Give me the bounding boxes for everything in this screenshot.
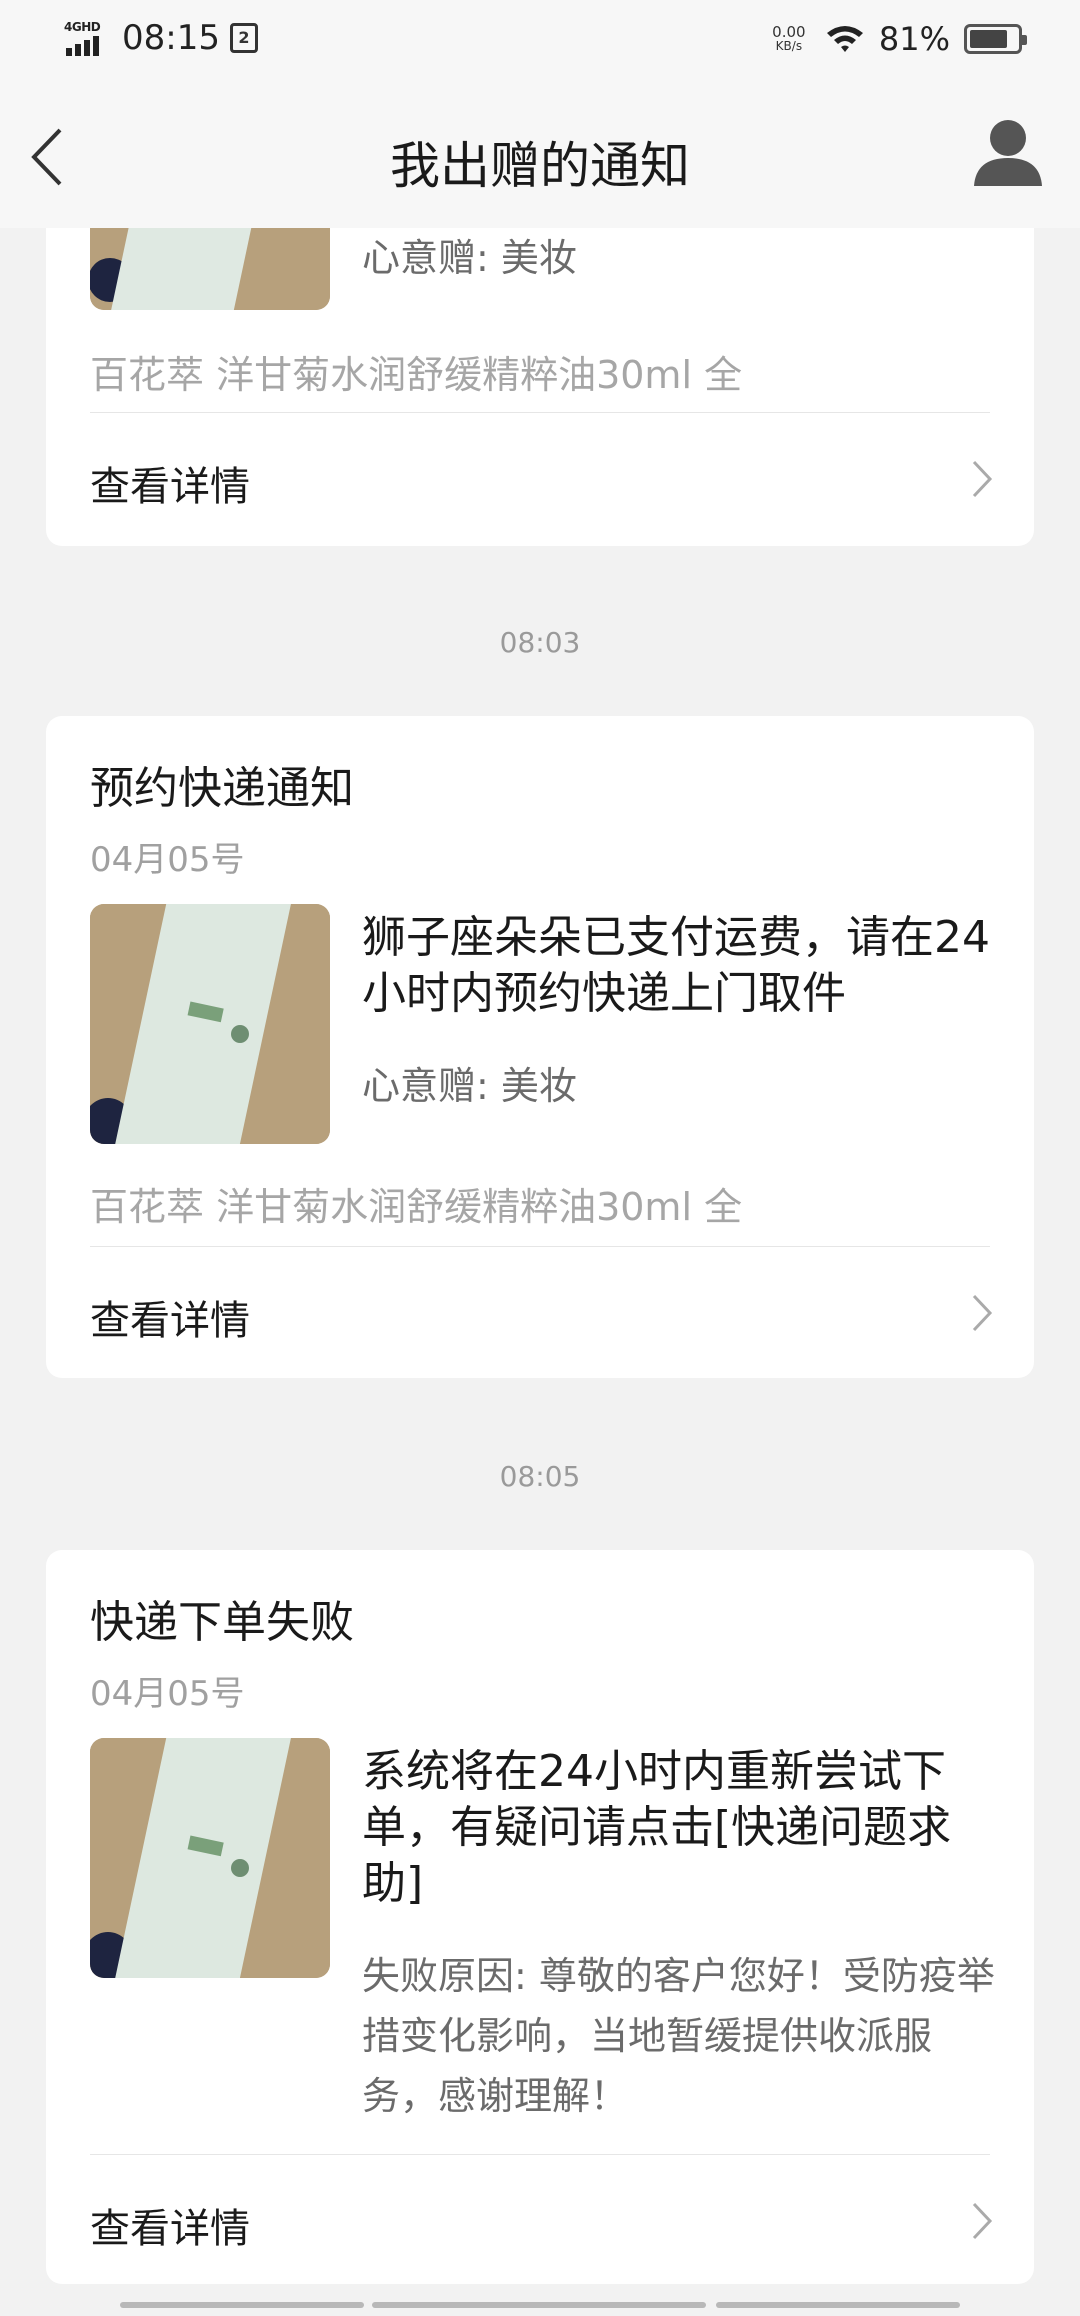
divider (90, 1246, 990, 1247)
wifi-icon (826, 26, 863, 52)
scroll-indicator (120, 2302, 364, 2308)
scroll-indicator (716, 2302, 960, 2308)
view-details-label: 查看详情 (90, 464, 250, 510)
notification-card: 快递下单失败 04月05号 系统将在24小时内重新尝试下单，有疑问请点击[快递问… (46, 1550, 1034, 2284)
card-title: 预约快递通知 (90, 763, 354, 814)
notification-card: 预约快递通知 04月05号 狮子座朵朵已支付运费，请在24小时内预约快递上门取件… (46, 716, 1034, 1378)
product-thumbnail[interactable] (90, 904, 330, 1144)
divider (90, 2154, 990, 2155)
network-type: 4GHD (64, 20, 101, 34)
view-details-label: 查看详情 (90, 2206, 250, 2252)
product-name: 百花萃 洋甘菊水润舒缓精粹油30ml 全 (90, 1185, 743, 1229)
notification-icon: 2 (229, 23, 258, 53)
network-speed: 0.00 KB/s (767, 23, 811, 54)
notification-message[interactable]: 系统将在24小时内重新尝试下单，有疑问请点击[快递问题求助] (362, 1744, 1002, 1912)
nav-bar: 我出赠的通知 (0, 82, 1080, 228)
battery-percent: 81% (878, 20, 950, 58)
signal-icon: 4GHD (64, 18, 112, 58)
divider (90, 412, 990, 413)
view-details-button[interactable]: 查看详情 (46, 414, 1034, 544)
card-date: 04月05号 (90, 1674, 245, 1714)
product-name: 百花萃 洋甘菊水润舒缓精粹油30ml 全 (90, 353, 743, 397)
scroll-indicator (372, 2302, 706, 2308)
failure-reason: 失败原因: 尊敬的客户您好！受防疫举措变化影响，当地暂缓提供收派服务，感谢理解！ (362, 1954, 995, 2118)
speed-unit: KB/s (775, 39, 803, 53)
view-details-button[interactable]: 查看详情 (46, 2156, 1034, 2284)
status-bar: 4GHD 08:15 2 0.00 KB/s 81% (0, 0, 1080, 82)
product-image (90, 1738, 330, 1978)
speed-value: 0.00 (772, 23, 806, 41)
card-date: 04月05号 (90, 840, 245, 880)
chevron-right-icon (972, 460, 993, 498)
card-title: 快递下单失败 (90, 1597, 354, 1648)
gift-category: 心意赠: 美妆 (362, 236, 577, 280)
notification-message: 狮子座朵朵已支付运费，请在24小时内预约快递上门取件 (362, 912, 990, 1019)
message-timestamp: 08:05 (499, 1460, 581, 1493)
view-details-button[interactable]: 查看详情 (46, 1248, 1034, 1378)
status-time: 08:15 (122, 18, 220, 58)
gift-category: 心意赠: 美妆 (362, 1064, 577, 1108)
chevron-right-icon (972, 2202, 993, 2240)
product-image (90, 904, 330, 1144)
page-title: 我出赠的通知 (390, 137, 690, 195)
product-thumbnail[interactable] (90, 1738, 330, 1978)
message-timestamp: 08:03 (499, 626, 581, 659)
battery-fill (970, 30, 1007, 48)
chevron-right-icon (972, 1294, 993, 1332)
battery-icon (964, 24, 1027, 54)
user-avatar-icon[interactable] (972, 118, 1044, 188)
view-details-label: 查看详情 (90, 1298, 250, 1344)
